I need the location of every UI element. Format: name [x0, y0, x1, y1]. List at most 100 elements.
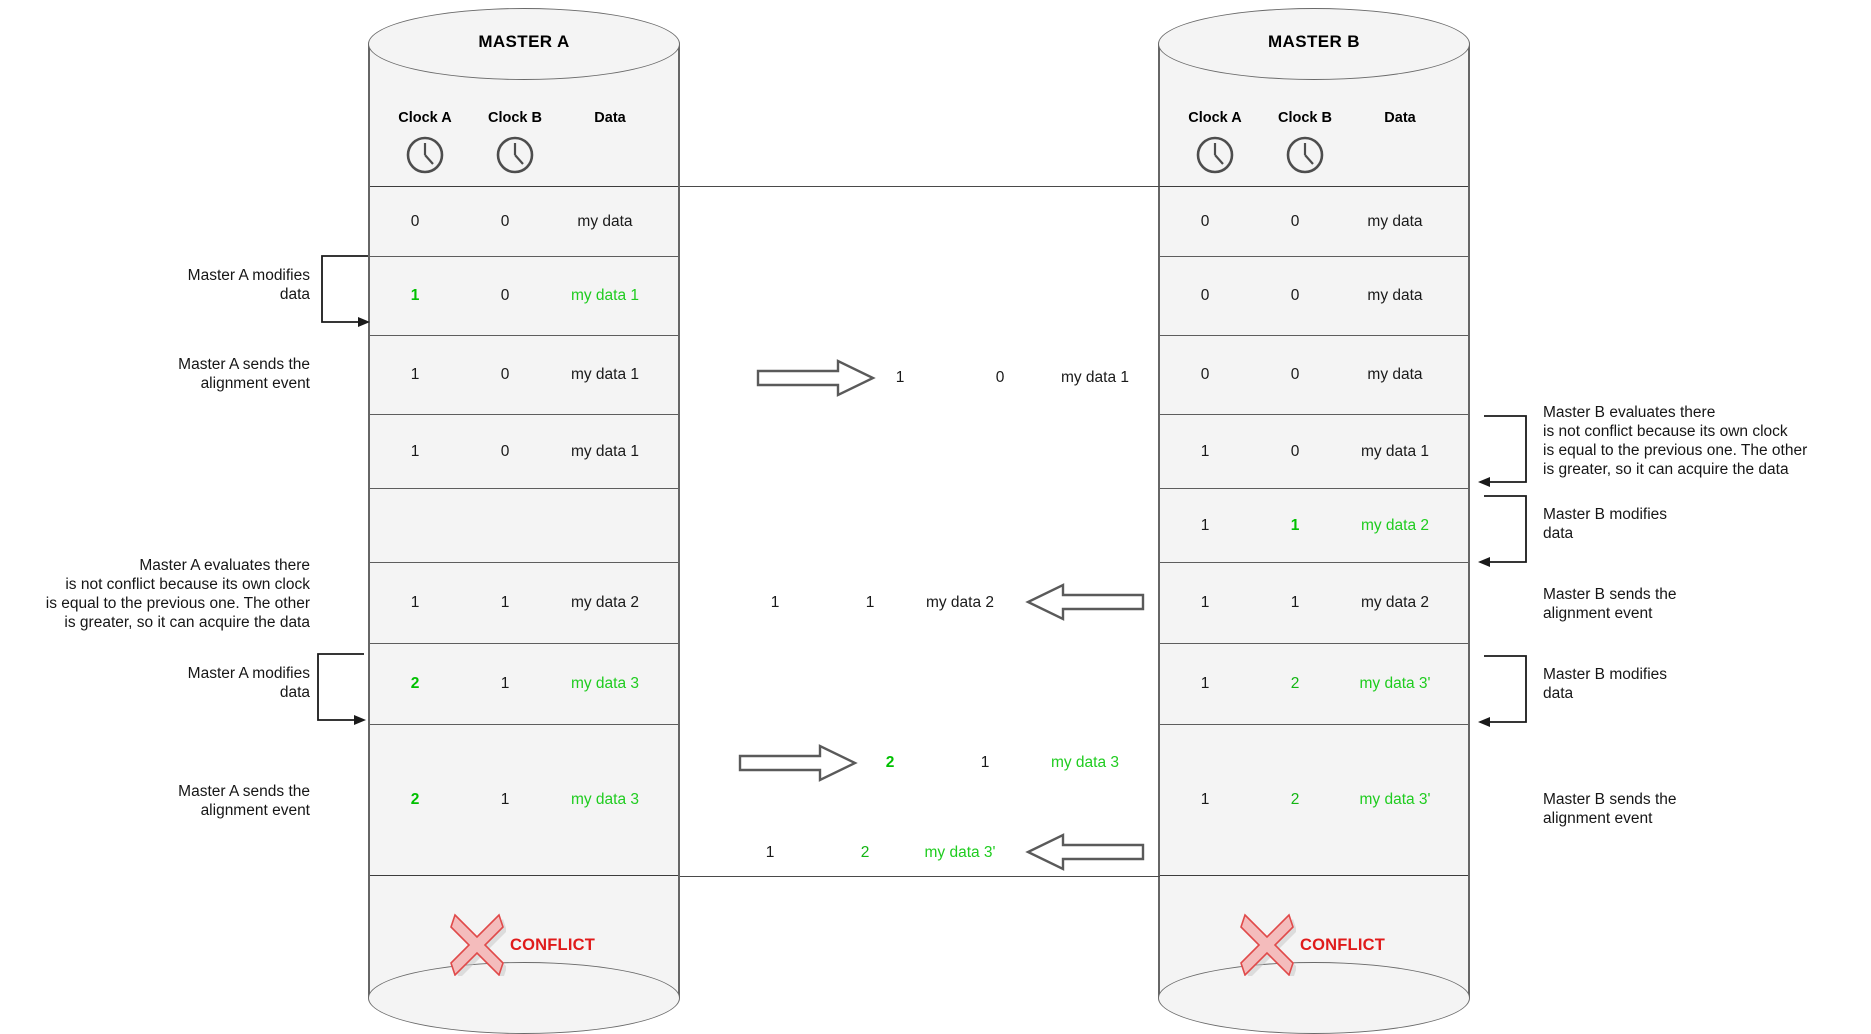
transit-data: my data 3: [1050, 754, 1120, 771]
transit-arrow-right-2: [738, 743, 858, 788]
note-a-sends-2: Master A sends the alignment event: [178, 783, 310, 819]
cell-clock-b: 0: [500, 366, 510, 383]
cell-clock-a: 1: [1200, 442, 1210, 460]
cell-clock-a: 2: [410, 675, 420, 692]
diagram-canvas: MASTER A Clock A Clock B Data MASTER B C…: [0, 0, 1871, 1034]
note-bracket-b-modifies-2: [1470, 646, 1536, 737]
cell-data: my data 3: [570, 675, 640, 692]
transit-clock-a: 2: [885, 754, 895, 771]
master-a-conflict: CONFLICT: [448, 910, 595, 981]
master-b-clock-b-icon: [1285, 135, 1325, 180]
cell-clock-a: 0: [1200, 212, 1210, 230]
transit-data: my data 3': [924, 844, 996, 861]
table-row: 0 0 my data: [1160, 256, 1468, 335]
cell-data: my data: [577, 212, 633, 230]
table-row: 2 1 my data 3: [370, 643, 678, 724]
master-a-clock-b-icon: [495, 135, 535, 180]
transit-arrow-right-1: [756, 358, 876, 403]
master-b-title: MASTER B: [1268, 32, 1360, 51]
cell-data: my data 3': [1359, 675, 1431, 692]
cell-data: [550, 489, 660, 562]
master-a-clock-b-header: Clock B: [488, 110, 542, 126]
cell-data: my data 2: [1360, 594, 1430, 611]
master-b-clock-a-icon: [1195, 135, 1235, 180]
cell-clock-a: 1: [410, 442, 420, 460]
cell-clock-a: 1: [1200, 675, 1210, 692]
note-b-sends-2: Master B sends the alignment event: [1543, 791, 1677, 827]
table-row: 1 2 my data 3': [1160, 724, 1468, 876]
cell-clock-b: 0: [1290, 442, 1300, 460]
note-b-sends-1: Master B sends the alignment event: [1543, 586, 1677, 622]
cell-data: my data 3': [1359, 791, 1431, 808]
transit-clock-a: 1: [765, 844, 775, 861]
cell-clock-b: 0: [1290, 287, 1300, 304]
master-a-title: MASTER A: [478, 32, 570, 51]
table-row: 1 1 my data 2: [1160, 488, 1468, 562]
cell-clock-a: 0: [410, 212, 420, 230]
cell-data: my data 1: [1360, 442, 1430, 460]
transit-arrow-left-1: [1025, 582, 1145, 627]
x-cross-icon: [1238, 910, 1297, 981]
master-b-clock-b-header: Clock B: [1278, 110, 1332, 126]
note-b-modifies-2: Master B modifies data: [1543, 666, 1668, 702]
note-a-modifies-2: Master A modifies data: [187, 665, 310, 701]
cell-clock-a: 0: [1200, 366, 1210, 383]
cell-clock-b: 0: [500, 442, 510, 460]
cell-clock-a: 1: [410, 594, 420, 611]
master-b-data-header: Data: [1384, 110, 1416, 126]
table-row: 0 0 my data: [1160, 335, 1468, 414]
transit-data: my data 2: [925, 594, 995, 611]
transit-data: my data 1: [1060, 369, 1130, 386]
transit-clock-a: 1: [770, 594, 780, 611]
x-cross-icon: [448, 910, 507, 981]
transit-arrow-left-2: [1025, 832, 1145, 877]
transit-clock-a: 1: [895, 369, 905, 386]
table-row: 1 0 my data 1: [370, 256, 678, 335]
cell-clock-b: 0: [1290, 366, 1300, 383]
table-row: 1 0 my data 1: [370, 335, 678, 414]
transit-clock-b: 1: [980, 754, 990, 771]
transit-divider-top: [680, 186, 1160, 187]
cell-clock-a: 1: [1200, 516, 1210, 534]
conflict-label: CONFLICT: [1300, 936, 1386, 954]
cell-clock-a: 1: [1200, 594, 1210, 611]
cell-data: my data 2: [570, 594, 640, 611]
table-row: 1 1 my data 2: [1160, 562, 1468, 643]
cell-data: my data 3: [570, 791, 640, 808]
note-bracket-b-modifies-1: [1470, 486, 1536, 577]
note-a-evaluates: Master A evaluates there is not conflict…: [45, 557, 310, 631]
cell-data: my data 1: [570, 366, 640, 383]
table-row: 1 0 my data 1: [1160, 414, 1468, 488]
transit-clock-b: 1: [865, 594, 875, 611]
cell-data: my data 1: [570, 442, 640, 460]
table-row: 1 2 my data 3': [1160, 643, 1468, 724]
cell-clock-b: 0: [1290, 212, 1300, 230]
cell-clock-b: 2: [1290, 791, 1300, 808]
cell-clock-a: 1: [410, 287, 420, 304]
table-row: 1 1 my data 2: [370, 562, 678, 643]
note-bracket-a-modifies-2: [308, 648, 370, 735]
cell-clock-a: 1: [410, 366, 420, 383]
transit-clock-b: 0: [995, 369, 1005, 386]
master-a-data-header: Data: [594, 110, 626, 126]
cell-clock-a: [370, 489, 460, 562]
cell-clock-b: [460, 489, 550, 562]
transit-clock-b: 2: [860, 844, 870, 861]
cell-clock-b: 1: [500, 594, 510, 611]
cell-clock-a: 1: [1200, 791, 1210, 808]
master-b-table: 0 0 my data 0 0 my data 0 0 my data 1 0 …: [1160, 186, 1468, 892]
cell-clock-b: 1: [500, 675, 510, 692]
table-row: [370, 488, 678, 562]
table-row: 0 0 my data: [1160, 186, 1468, 256]
conflict-label: CONFLICT: [510, 936, 596, 954]
table-row: 2 1 my data 3: [370, 724, 678, 876]
table-row: 0 0 my data: [370, 186, 678, 256]
cell-data: my data: [1367, 287, 1423, 304]
master-a-clock-a-header: Clock A: [398, 110, 452, 126]
master-a-table: 0 0 my data 1 0 my data 1 1 0 my data 1 …: [370, 186, 678, 892]
cell-clock-b: 1: [1290, 516, 1300, 534]
cell-data: my data: [1367, 366, 1423, 383]
table-row: 1 0 my data 1: [370, 414, 678, 488]
note-bracket-b-evaluates: [1470, 406, 1536, 497]
cell-data: my data 1: [570, 287, 640, 304]
